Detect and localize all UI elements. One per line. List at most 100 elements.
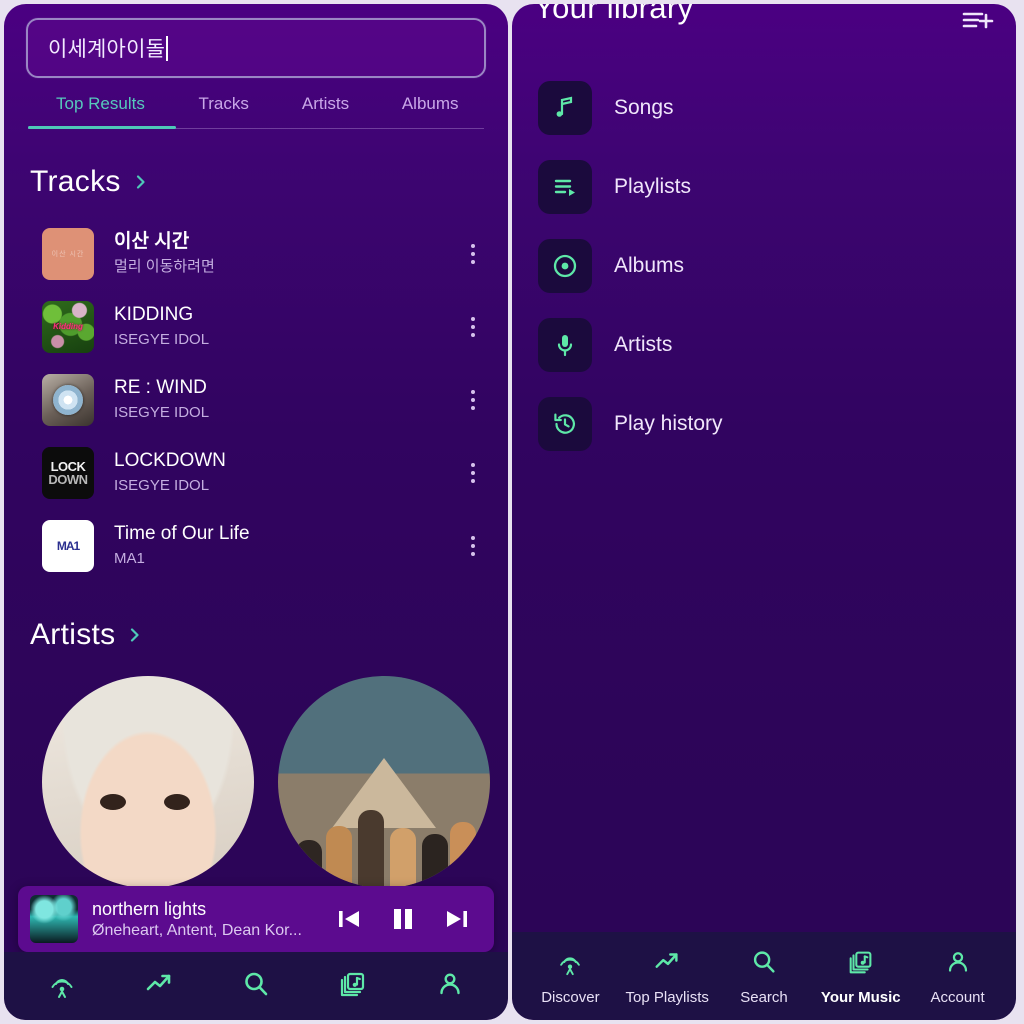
artist-photo-detail [296,840,322,888]
pause-icon[interactable] [388,904,418,934]
track-subtitle: ISEGYE IDOL [114,477,210,494]
app-stage: 이세계아이돌 Top Results Tracks Artists Albums… [0,0,1024,1024]
now-playing-album-art [30,895,78,943]
search-results-panel: 이세계아이돌 Top Results Tracks Artists Albums… [4,4,508,1020]
track-overflow-menu-icon[interactable] [460,462,486,483]
track-meta: RE : WIND ISEGYE IDOL [114,376,460,423]
track-overflow-menu-icon[interactable] [460,389,486,410]
list-item-label: Songs [614,95,674,119]
tab-tracks[interactable]: Tracks [173,94,275,128]
album-art-label: 이산 시간 [51,250,85,258]
track-title: KIDDING [114,304,194,325]
artists-section-title: Artists [30,618,116,651]
tab-top-results[interactable]: Top Results [28,94,173,128]
nav-item-search[interactable] [208,968,305,1005]
artist-photo-detail [332,758,436,828]
track-meta: KIDDING ISEGYE IDOL [114,303,460,350]
avatar[interactable] [42,676,254,888]
next-track-icon[interactable] [442,904,472,934]
table-row[interactable]: LOCK DOWN LOCKDOWN ISEGYE IDOL [4,436,508,509]
page-title: Your library [534,4,694,25]
track-overflow-menu-icon[interactable] [460,316,486,337]
library-list: Songs Playlists Albums Artists Play hist… [512,38,1016,463]
track-subtitle: 멀리 이동하려면 [114,258,215,275]
avatar[interactable] [278,676,490,888]
search-input-value: 이세계아이돌 [48,38,166,61]
library-header: Your library [512,4,1016,38]
chevron-right-icon [133,174,149,190]
list-item[interactable]: Albums [512,226,1016,305]
artist-photo-detail [422,834,448,888]
track-subtitle: ISEGYE IDOL [114,331,210,348]
artists-section-header[interactable]: Artists [4,582,508,652]
previous-track-icon[interactable] [334,904,364,934]
track-overflow-menu-icon[interactable] [460,243,486,264]
list-item[interactable]: Play history [512,384,1016,463]
table-row[interactable]: MA1 Time of Our Life MA1 [4,509,508,582]
microphone-icon [538,317,592,372]
artist-photo-detail [164,794,190,810]
artist-photo-detail [326,826,352,888]
nav-item-account[interactable] [401,968,498,1005]
now-playing-title: northern lights [92,898,207,919]
tab-active-underline [28,126,176,129]
your-library-panel: Your library Songs Playlists Albums Arti… [512,4,1016,1020]
playlist-icon [538,159,592,214]
nav-label: Account [930,988,985,1006]
nav-item-top-playlists[interactable]: Top Playlists [619,947,716,1006]
now-playing-bar[interactable]: northern lights Øneheart, Antent, Dean K… [18,886,494,952]
search-input[interactable]: 이세계아이돌 [26,18,486,78]
track-meta: Time of Our Life MA1 [114,522,460,569]
add-to-playlist-icon[interactable] [960,6,994,41]
tab-albums[interactable]: Albums [376,94,484,128]
track-overflow-menu-icon[interactable] [460,535,486,556]
table-row[interactable]: RE : WIND ISEGYE IDOL [4,363,508,436]
account-icon [434,968,466,1005]
table-row[interactable]: Kidding KIDDING ISEGYE IDOL [4,290,508,363]
player-controls [334,904,482,934]
disc-graphic [53,384,83,415]
track-title: Time of Our Life [114,523,250,544]
nav-item-your-music[interactable] [304,968,401,1005]
tracks-section-header[interactable]: Tracks [4,129,508,199]
nav-item-your-music[interactable]: Your Music [812,947,909,1006]
list-item-label: Albums [614,253,685,277]
nav-item-discover[interactable] [14,968,111,1005]
artist-photo-detail [100,794,126,810]
nav-label: Your Music [820,988,901,1006]
artists-carousel [4,652,508,888]
nav-item-account[interactable]: Account [909,947,1006,1006]
album-art: 이산 시간 [42,227,94,280]
list-item[interactable]: Playlists [512,147,1016,226]
search-icon [240,968,272,1005]
album-art-label: Kidding [53,322,83,331]
track-title: LOCKDOWN [114,450,226,471]
list-item[interactable]: Songs [512,68,1016,147]
now-playing-artist: Øneheart, Antent, Dean Kor... [92,921,302,939]
chevron-right-icon [127,627,143,643]
tracks-list: 이산 시간 이산 시간 멀리 이동하려면 Kidding KIDDING ISE… [4,199,508,582]
tab-artists[interactable]: Artists [275,94,377,128]
tab-divider [28,126,484,129]
trending-icon [652,947,682,982]
artist-photo-detail [358,810,384,888]
your-music-icon [846,947,876,982]
search-tabs: Top Results Tracks Artists Albums [4,78,508,128]
album-art: Kidding [42,300,94,353]
artist-photo-detail [450,822,476,888]
search-icon [749,947,779,982]
list-item-label: Play history [614,411,723,435]
account-icon [943,947,973,982]
disc-icon [538,238,592,293]
table-row[interactable]: 이산 시간 이산 시간 멀리 이동하려면 [4,217,508,290]
history-icon [538,396,592,451]
album-art: MA1 [42,519,94,572]
track-title: 이산 시간 [114,231,190,252]
discover-icon [555,947,585,982]
album-art-label-bottom: DOWN [48,471,88,487]
nav-item-top-playlists[interactable] [111,968,208,1005]
nav-item-discover[interactable]: Discover [522,947,619,1006]
nav-label: Search [740,988,788,1006]
nav-item-search[interactable]: Search [716,947,813,1006]
list-item[interactable]: Artists [512,305,1016,384]
